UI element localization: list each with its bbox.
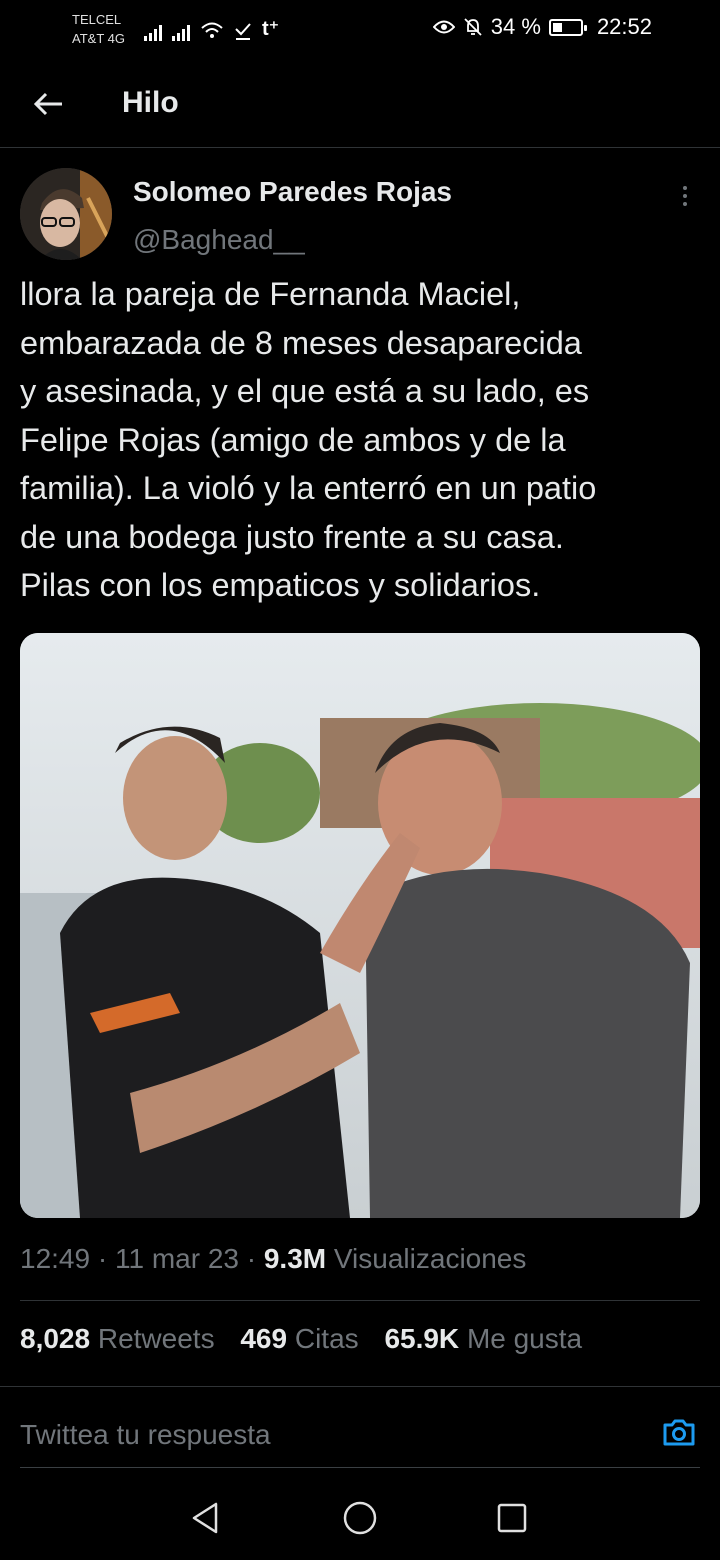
- top-app-bar: Hilo: [0, 60, 720, 148]
- carrier-info: TELCEL AT&T 4G: [72, 10, 125, 48]
- photo-image: [20, 633, 700, 1218]
- divider: [20, 1300, 700, 1301]
- wifi-icon: [201, 22, 223, 38]
- signal-icon: [144, 23, 162, 41]
- tweet-photo[interactable]: [20, 633, 700, 1218]
- tweet-date: 11 mar 23: [114, 1243, 239, 1274]
- circle-home-icon[interactable]: [340, 1498, 380, 1538]
- tweet-time: 12:49: [20, 1243, 91, 1274]
- views-count: 9.3M: [263, 1243, 327, 1274]
- reply-bar: [0, 1386, 720, 1468]
- page-title: Hilo: [122, 86, 179, 119]
- arrow-left-icon[interactable]: [30, 84, 70, 124]
- connectivity-icons: t⁺: [144, 16, 279, 41]
- carrier-name: TELCEL: [72, 12, 122, 27]
- mute-bell-icon: [464, 18, 482, 36]
- likes-stat[interactable]: 65.9K Me gusta: [384, 1323, 582, 1354]
- camera-icon[interactable]: [662, 1417, 696, 1447]
- square-recents-icon[interactable]: [492, 1498, 532, 1538]
- app-notification-icon: t⁺: [262, 18, 280, 40]
- battery-fill: [552, 22, 562, 32]
- display-name[interactable]: Solomeo Paredes Rojas: [133, 176, 452, 208]
- status-right: 34 % 22:52: [432, 14, 652, 40]
- quotes-stat[interactable]: 469 Citas: [240, 1323, 358, 1354]
- signal-icon-2: [172, 23, 190, 41]
- status-bar: TELCEL AT&T 4G t⁺ 34 % 22:52: [0, 0, 720, 60]
- reply-input[interactable]: [20, 1419, 580, 1451]
- avatar-image: [20, 168, 112, 260]
- triangle-back-icon[interactable]: [186, 1498, 226, 1538]
- tweet-text: llora la pareja de Fernanda Maciel, emba…: [20, 276, 597, 603]
- system-nav-bar: [0, 1480, 720, 1560]
- reply-underline: [20, 1467, 700, 1468]
- tweet-stats: 8,028 Retweets 469 Citas 65.9K Me gusta: [20, 1323, 600, 1355]
- retweets-stat[interactable]: 8,028 Retweets: [20, 1323, 215, 1354]
- battery-icon: [548, 18, 587, 36]
- download-check-icon: [235, 23, 251, 40]
- avatar[interactable]: [20, 168, 112, 260]
- user-handle[interactable]: @Baghead__: [133, 224, 305, 256]
- battery-percent: 34 %: [490, 14, 541, 39]
- more-options-icon[interactable]: [670, 178, 700, 214]
- clock: 22:52: [596, 14, 652, 39]
- carrier-network: AT&T 4G: [72, 31, 125, 46]
- tweet-meta: 12:49 · 11 mar 23 · 9.3M Visualizaciones: [20, 1243, 527, 1274]
- eye-icon: [432, 20, 455, 34]
- views-label: Visualizaciones: [333, 1243, 527, 1274]
